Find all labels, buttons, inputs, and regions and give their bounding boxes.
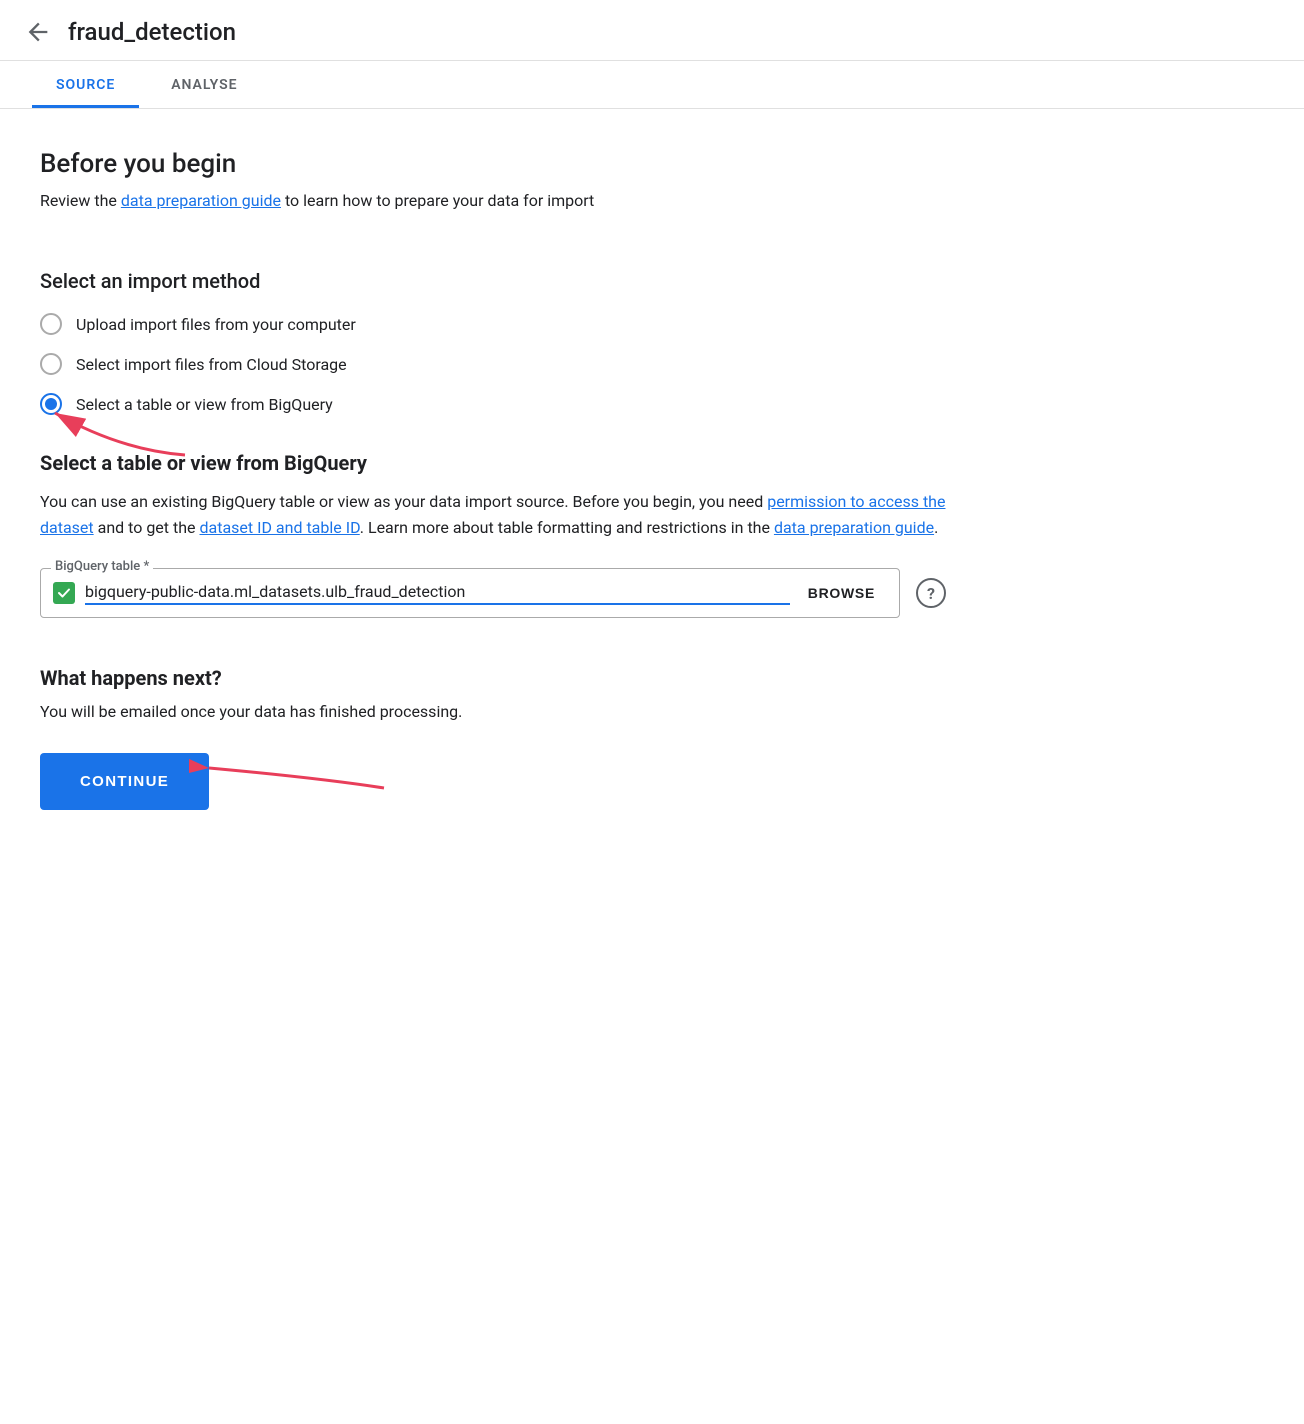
- data-prep-guide-link-bottom[interactable]: data preparation guide: [774, 518, 934, 537]
- browse-button[interactable]: BROWSE: [800, 581, 883, 605]
- radio-cloud[interactable]: Select import files from Cloud Storage: [40, 353, 960, 375]
- page-title: fraud_detection: [68, 18, 236, 46]
- bigquery-section: Select a table or view from BigQuery You…: [40, 451, 960, 618]
- dataset-id-link[interactable]: dataset ID and table ID: [199, 518, 359, 537]
- bigquery-input-container: BigQuery table * bigquery-public-data.ml…: [40, 568, 900, 618]
- radio-bigquery-wrapper: Select a table or view from BigQuery: [40, 393, 960, 415]
- continue-button[interactable]: CONTINUE: [40, 753, 209, 810]
- main-content: Before you begin Review the data prepara…: [0, 109, 1000, 870]
- bigquery-field-label: BigQuery table *: [51, 559, 153, 574]
- before-begin-heading: Before you begin: [40, 149, 960, 179]
- back-button[interactable]: [24, 18, 52, 46]
- top-bar: fraud_detection: [0, 0, 1304, 61]
- bigquery-field-wrapper: BigQuery table * bigquery-public-data.ml…: [40, 568, 960, 618]
- continue-arrow-annotation: [189, 723, 389, 803]
- data-prep-guide-link-top[interactable]: data preparation guide: [121, 191, 281, 210]
- radio-bigquery[interactable]: Select a table or view from BigQuery: [40, 393, 960, 415]
- bigquery-section-heading: Select a table or view from BigQuery: [40, 451, 960, 475]
- radio-cloud-circle: [40, 353, 62, 375]
- radio-bigquery-circle: [40, 393, 62, 415]
- what-next-section: What happens next? You will be emailed o…: [40, 666, 960, 810]
- continue-wrapper: CONTINUE: [40, 753, 209, 810]
- import-method-heading: Select an import method: [40, 269, 960, 293]
- bigquery-description: You can use an existing BigQuery table o…: [40, 489, 960, 540]
- radio-cloud-label: Select import files from Cloud Storage: [76, 355, 347, 374]
- what-next-heading: What happens next?: [40, 666, 960, 690]
- checkmark-icon: [57, 586, 71, 600]
- radio-upload[interactable]: Upload import files from your computer: [40, 313, 960, 335]
- bigquery-checkbox: [53, 582, 75, 604]
- import-method-radio-group: Upload import files from your computer S…: [40, 313, 960, 415]
- help-icon[interactable]: ?: [916, 578, 946, 608]
- radio-upload-label: Upload import files from your computer: [76, 315, 356, 334]
- tabs-bar: SOURCE ANALYSE: [0, 61, 1304, 109]
- what-next-text: You will be emailed once your data has f…: [40, 702, 960, 721]
- bigquery-table-value: bigquery-public-data.ml_datasets.ulb_fra…: [85, 582, 790, 605]
- tab-source[interactable]: SOURCE: [32, 61, 139, 108]
- radio-upload-circle: [40, 313, 62, 335]
- before-begin-text: Review the data preparation guide to lea…: [40, 189, 960, 213]
- radio-bigquery-label: Select a table or view from BigQuery: [76, 395, 333, 414]
- tab-analyse[interactable]: ANALYSE: [147, 61, 261, 108]
